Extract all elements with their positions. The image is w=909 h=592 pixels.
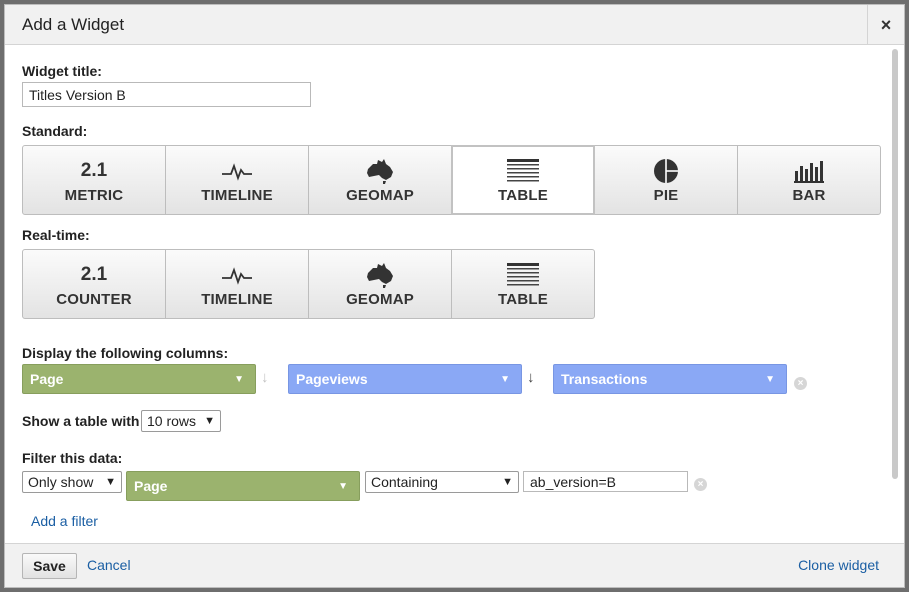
dropdown-arrow-icon: ▼ <box>765 373 775 385</box>
dialog-header: Add a Widget × <box>5 5 904 45</box>
viz-label: TIMELINE <box>201 290 273 308</box>
realtime-counter-button[interactable]: 2.1 COUNTER <box>22 249 166 319</box>
table-rows-label: Show a table with <box>22 413 140 429</box>
dropdown-arrow-icon: ▼ <box>234 373 244 385</box>
scrollbar[interactable] <box>892 49 898 479</box>
filter-match-value: Containing <box>371 474 438 490</box>
viz-label: TABLE <box>498 186 548 204</box>
remove-filter-icon[interactable]: × <box>694 478 707 491</box>
dropdown-arrow-icon: ▼ <box>105 476 116 488</box>
standard-pie-button[interactable]: PIE <box>594 145 738 215</box>
viz-label: COUNTER <box>56 290 132 308</box>
dropdown-arrow-icon: ▼ <box>500 373 510 385</box>
timeline-icon <box>222 266 252 285</box>
column-page-select[interactable]: Page ▼ <box>22 364 256 394</box>
standard-table-button[interactable]: TABLE <box>451 145 595 215</box>
add-widget-dialog: Add a Widget × Widget title: Standard: 2… <box>4 4 905 588</box>
filter-mode-value: Only show <box>28 474 94 490</box>
widget-title-label: Widget title: <box>22 63 102 79</box>
metric-icon: 2.1 <box>80 159 108 181</box>
pie-chart-icon <box>654 158 678 183</box>
australia-map-icon <box>367 262 393 288</box>
table-rows-value: 10 rows <box>147 413 197 429</box>
standard-bar-button[interactable]: BAR <box>737 145 881 215</box>
column-pageviews-select[interactable]: Pageviews ▼ <box>288 364 522 394</box>
filter-dimension-value: Page <box>134 478 168 494</box>
filter-dimension-select[interactable]: Page ▼ <box>126 471 360 501</box>
dialog-title: Add a Widget <box>22 15 125 34</box>
sort-arrow-icon[interactable]: ↓ <box>527 369 535 386</box>
remove-column-icon[interactable]: × <box>794 377 807 390</box>
realtime-label: Real-time: <box>22 227 90 243</box>
table-lines-icon <box>507 158 539 181</box>
save-button[interactable]: Save <box>22 553 77 579</box>
viz-label: GEOMAP <box>346 186 414 204</box>
viz-label: TIMELINE <box>201 186 273 204</box>
widget-title-input[interactable] <box>22 82 311 107</box>
close-icon[interactable]: × <box>867 5 904 45</box>
dialog-footer: Save Cancel Clone widget <box>5 543 904 587</box>
standard-label: Standard: <box>22 123 88 139</box>
dropdown-arrow-icon: ▼ <box>502 476 513 488</box>
realtime-timeline-button[interactable]: TIMELINE <box>165 249 309 319</box>
viz-label: GEOMAP <box>346 290 414 308</box>
viz-label: PIE <box>653 186 679 204</box>
filter-value-input[interactable] <box>523 471 688 492</box>
viz-label: BAR <box>792 186 826 204</box>
filter-match-select[interactable]: Containing ▼ <box>365 471 519 493</box>
viz-label: TABLE <box>498 290 548 308</box>
columns-label: Display the following columns: <box>22 345 229 361</box>
standard-metric-button[interactable]: 2.1 METRIC <box>22 145 166 215</box>
sort-arrow-icon[interactable]: ↓ <box>261 369 269 386</box>
realtime-geomap-button[interactable]: GEOMAP <box>308 249 452 319</box>
standard-timeline-button[interactable]: TIMELINE <box>165 145 309 215</box>
realtime-viz-options: 2.1 COUNTER TIMELINE GEOMAP TABLE <box>22 249 595 319</box>
column-label: Transactions <box>561 371 648 387</box>
clone-widget-link[interactable]: Clone widget <box>798 557 879 573</box>
add-filter-link[interactable]: Add a filter <box>31 513 98 529</box>
dropdown-arrow-icon: ▼ <box>204 415 215 427</box>
column-label: Page <box>30 371 64 387</box>
standard-viz-options: 2.1 METRIC TIMELINE GEOMAP TABLE PIE BAR <box>22 145 881 215</box>
column-label: Pageviews <box>296 371 368 387</box>
table-rows-select[interactable]: 10 rows ▼ <box>141 410 221 432</box>
filter-mode-select[interactable]: Only show ▼ <box>22 471 122 493</box>
cancel-link[interactable]: Cancel <box>87 557 131 573</box>
filter-label: Filter this data: <box>22 450 123 466</box>
australia-map-icon <box>367 158 393 184</box>
realtime-table-button[interactable]: TABLE <box>451 249 595 319</box>
column-transactions-select[interactable]: Transactions ▼ <box>553 364 787 394</box>
standard-geomap-button[interactable]: GEOMAP <box>308 145 452 215</box>
table-lines-icon <box>507 262 539 285</box>
dropdown-arrow-icon: ▼ <box>338 480 348 492</box>
bar-chart-icon <box>794 160 824 183</box>
timeline-icon <box>222 162 252 181</box>
viz-label: METRIC <box>64 186 124 204</box>
counter-icon: 2.1 <box>80 263 108 285</box>
